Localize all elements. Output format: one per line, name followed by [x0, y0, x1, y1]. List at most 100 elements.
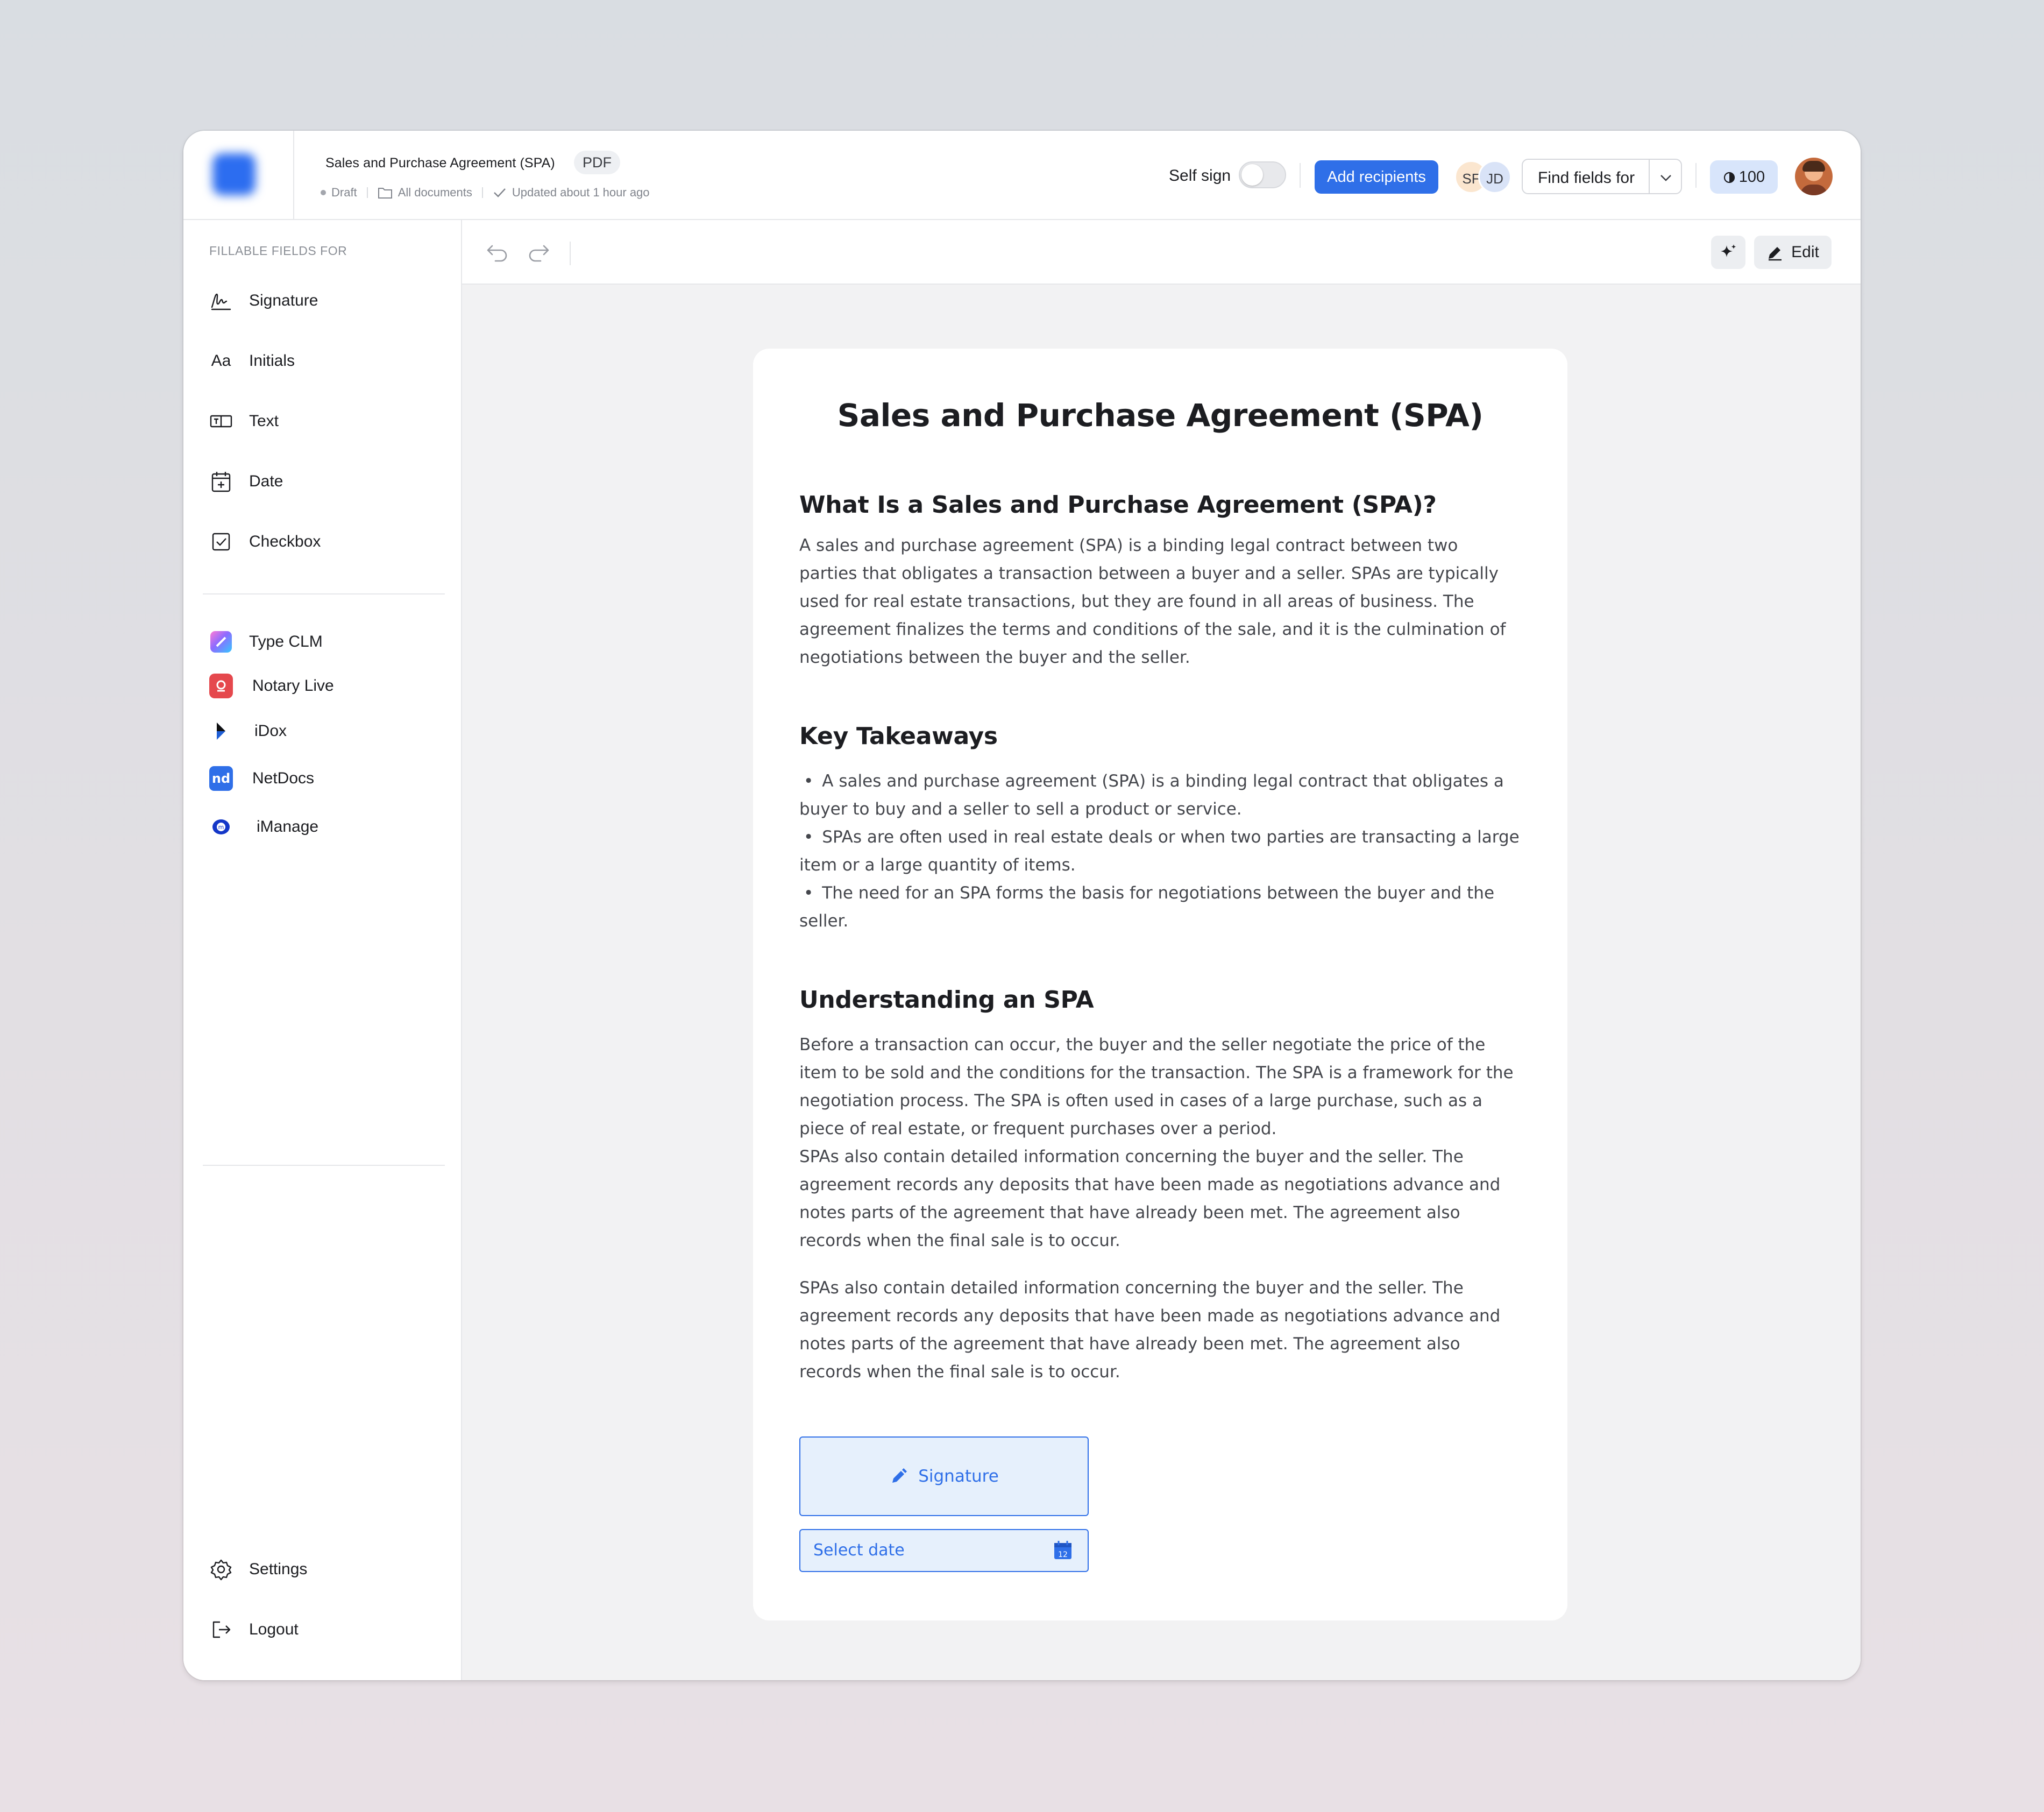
- document-canvas: Sales and Purchase Agreement (SPA) What …: [462, 285, 1861, 1680]
- checkbox-icon: [209, 530, 233, 554]
- sidebar-item-initials[interactable]: Aa Initials: [209, 346, 295, 376]
- sidebar-item-label: Text: [249, 412, 279, 430]
- logo-cell: [183, 131, 294, 220]
- list-item: SPAs are often used in real estate deals…: [799, 823, 1520, 879]
- takeaways-list: A sales and purchase agreement (SPA) is …: [799, 767, 1520, 935]
- status-text: Draft: [331, 186, 357, 199]
- chevron-down-icon[interactable]: [1657, 169, 1674, 186]
- header-divider: [1695, 163, 1697, 188]
- notary-live-icon: [209, 674, 233, 698]
- undo-icon[interactable]: [485, 239, 510, 265]
- sparkle-icon: [1721, 244, 1736, 257]
- document-page: Sales and Purchase Agreement (SPA) What …: [753, 349, 1567, 1620]
- sidebar-item-label: Settings: [249, 1560, 308, 1578]
- status-dot-icon: [321, 190, 326, 195]
- section-paragraph: SPAs also contain detailed information c…: [799, 1278, 1501, 1382]
- sidebar-item-idox[interactable]: iDox: [209, 716, 287, 746]
- sidebar-item-label: iManage: [257, 818, 319, 836]
- section-heading: Key Takeaways: [799, 723, 998, 750]
- toggle-knob: [1241, 164, 1263, 186]
- initials-icon: Aa: [211, 352, 231, 370]
- list-item: The need for an SPA forms the basis for …: [799, 879, 1520, 935]
- section-paragraph: Before a transaction can occur, the buye…: [799, 1035, 1514, 1138]
- signature-field[interactable]: Signature: [799, 1436, 1089, 1516]
- updated-text: Updated about 1 hour ago: [512, 186, 650, 199]
- recipient-avatars[interactable]: SF JD: [1454, 160, 1514, 194]
- sidebar-item-imanage[interactable]: m iManage: [209, 812, 318, 842]
- type-clm-icon: [209, 630, 233, 654]
- calendar-icon[interactable]: 12: [1052, 1540, 1074, 1561]
- recipient-avatar[interactable]: JD: [1478, 160, 1511, 194]
- folder-link[interactable]: All documents: [398, 186, 472, 200]
- editor-toolbar: Edit: [462, 220, 1861, 285]
- document-title: Sales and Purchase Agreement (SPA): [325, 155, 555, 171]
- app-logo[interactable]: [212, 153, 256, 195]
- imanage-icon: m: [209, 815, 233, 839]
- section-paragraph: SPAs also contain detailed information c…: [799, 1147, 1501, 1250]
- sidebar-divider: [203, 593, 445, 594]
- calendar-icon: [209, 470, 233, 493]
- svg-text:m: m: [218, 824, 224, 831]
- document-heading: Sales and Purchase Agreement (SPA): [837, 397, 1484, 434]
- sidebar-item-label: Checkbox: [249, 533, 321, 550]
- sidebar: [183, 220, 462, 1680]
- gear-icon: [209, 1558, 233, 1581]
- self-sign-label: Self sign: [1169, 167, 1231, 185]
- date-field[interactable]: Select date 12: [799, 1529, 1089, 1572]
- coin-icon: [1723, 172, 1735, 183]
- header-divider: [1300, 163, 1301, 188]
- pen-icon: [892, 1468, 907, 1483]
- add-recipients-button[interactable]: Add recipients: [1315, 160, 1438, 194]
- find-fields-dropdown[interactable]: Find fields for: [1522, 159, 1682, 194]
- netdocs-icon: nd: [209, 766, 233, 791]
- signature-icon: [209, 289, 233, 313]
- redo-icon[interactable]: [526, 239, 551, 265]
- sidebar-item-label: Date: [249, 472, 283, 490]
- sidebar-item-type-clm[interactable]: Type CLM: [209, 627, 323, 657]
- sidebar-item-label: Initials: [249, 352, 295, 370]
- credits-badge[interactable]: 100: [1710, 160, 1778, 194]
- text-field-icon: [209, 409, 233, 433]
- edit-button[interactable]: Edit: [1754, 236, 1832, 269]
- sidebar-item-label: iDox: [254, 722, 287, 740]
- meta-divider: [481, 187, 483, 198]
- meta-divider: [366, 187, 368, 198]
- find-fields-label: Find fields for: [1538, 169, 1635, 187]
- document-meta: Draft All documents Updated about 1 hour…: [321, 185, 650, 201]
- sidebar-item-label: Logout: [249, 1620, 299, 1638]
- sidebar-item-signature[interactable]: Signature: [209, 286, 318, 316]
- sidebar-item-date[interactable]: Date: [209, 466, 283, 497]
- section-heading: Understanding an SPA: [799, 986, 1094, 1014]
- section-heading: What Is a Sales and Purchase Agreement (…: [799, 491, 1437, 519]
- file-type-badge: PDF: [574, 151, 620, 174]
- sidebar-divider: [203, 1165, 445, 1166]
- sidebar-item-notary-live[interactable]: Notary Live: [209, 671, 334, 701]
- user-avatar[interactable]: [1795, 158, 1833, 195]
- signature-field-label: Signature: [918, 1467, 999, 1486]
- sidebar-item-settings[interactable]: Settings: [209, 1554, 307, 1584]
- sidebar-item-label: Type CLM: [249, 633, 323, 650]
- sidebar-item-netdocs[interactable]: nd NetDocs: [209, 763, 314, 794]
- logout-icon: [209, 1618, 233, 1641]
- dropdown-divider: [1649, 160, 1650, 193]
- sidebar-item-label: NetDocs: [252, 769, 315, 787]
- ai-assist-button[interactable]: [1711, 236, 1745, 269]
- calendar-day: 12: [1058, 1551, 1068, 1559]
- section-paragraph: A sales and purchase agreement (SPA) is …: [799, 536, 1506, 667]
- edit-label: Edit: [1791, 243, 1819, 261]
- toolbar-divider: [570, 242, 571, 265]
- sidebar-item-checkbox[interactable]: Checkbox: [209, 527, 321, 557]
- folder-icon: [378, 188, 392, 199]
- date-field-placeholder: Select date: [813, 1541, 905, 1560]
- pencil-icon: [1769, 247, 1782, 261]
- top-bar: Sales and Purchase Agreement (SPA) PDF D…: [183, 131, 1861, 220]
- self-sign-toggle[interactable]: [1239, 161, 1286, 188]
- sidebar-item-text[interactable]: Text: [209, 406, 279, 436]
- app-window: Sales and Purchase Agreement (SPA) PDF D…: [183, 131, 1861, 1680]
- check-icon: [494, 188, 506, 197]
- sidebar-item-logout[interactable]: Logout: [209, 1615, 299, 1645]
- sidebar-item-label: Signature: [249, 292, 318, 309]
- credits-count: 100: [1738, 168, 1765, 186]
- list-item: A sales and purchase agreement (SPA) is …: [799, 767, 1520, 823]
- sidebar-item-label: Notary Live: [252, 677, 334, 695]
